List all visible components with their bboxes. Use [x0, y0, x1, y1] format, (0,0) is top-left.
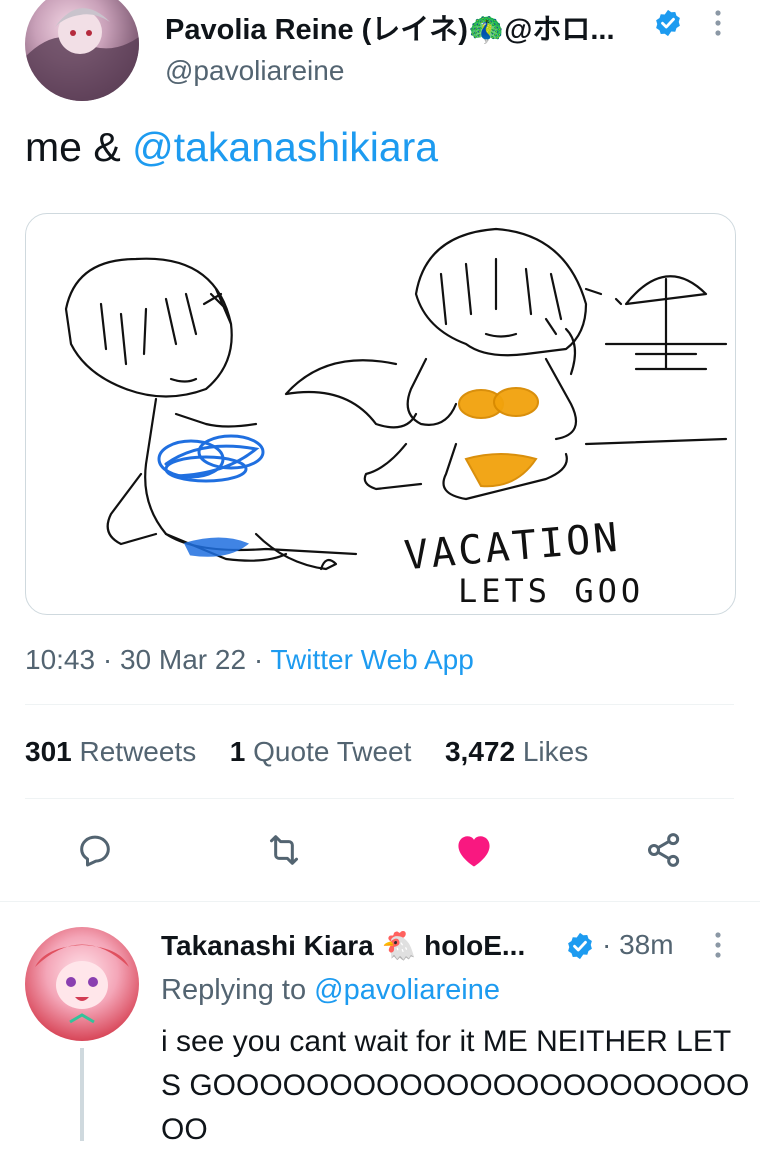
- tweet-source[interactable]: Twitter Web App: [270, 644, 473, 675]
- author-name[interactable]: Pavolia Reine (レイネ)🦚@ホロ...: [165, 14, 615, 46]
- author-avatar[interactable]: [25, 0, 139, 101]
- separator-dot: ·: [102, 644, 113, 675]
- divider: [25, 798, 734, 799]
- retweets-count: 301: [25, 736, 72, 767]
- tweet-image[interactable]: VACATION LETS GOO: [25, 213, 736, 615]
- like-icon: [458, 836, 490, 867]
- retweets-label: Retweets: [79, 736, 197, 767]
- more-icon[interactable]: [708, 8, 728, 43]
- reply-button[interactable]: [71, 826, 119, 874]
- author-handle[interactable]: @pavoliareine: [165, 55, 344, 87]
- reply-time-row: · 38m: [602, 929, 674, 961]
- quotes-count: 1: [229, 736, 246, 767]
- share-button[interactable]: [640, 826, 688, 874]
- quotes-label: Quote Tweet: [253, 736, 412, 767]
- separator-dot: ·: [602, 929, 612, 960]
- more-icon[interactable]: [708, 930, 728, 965]
- separator-dot: ·: [253, 644, 264, 675]
- timestamp-row: 10:43 · 30 Mar 22 · Twitter Web App: [25, 644, 474, 676]
- reply-author-avatar[interactable]: [25, 927, 139, 1041]
- reply-time[interactable]: 38m: [619, 929, 673, 960]
- thread-line: [80, 1048, 84, 1141]
- likes-stat[interactable]: 3,472 Likes: [445, 736, 588, 767]
- reply-text: i see you cant wait for it ME NEITHER LE…: [161, 1025, 750, 1146]
- reply-author-row: Takanashi Kiara 🐔 holoE...: [161, 929, 525, 962]
- stats-row: 301 Retweets 1 Quote Tweet 3,472 Likes: [25, 736, 588, 768]
- retweets-stat[interactable]: 301 Retweets: [25, 736, 196, 767]
- tweet-time[interactable]: 10:43: [25, 644, 95, 675]
- image-text-letsgo: LETS GOO: [458, 572, 645, 610]
- reply-author-name[interactable]: Takanashi Kiara 🐔 holoE...: [161, 930, 525, 961]
- reply-icon: [80, 835, 110, 867]
- divider: [0, 901, 760, 902]
- likes-count: 3,472: [444, 736, 516, 767]
- replying-to: Replying to @pavoliareine: [161, 974, 500, 1007]
- likes-label: Likes: [522, 736, 589, 767]
- replying-to-link[interactable]: @pavoliareine: [314, 974, 500, 1006]
- verified-badge-icon: [653, 8, 683, 43]
- like-button[interactable]: [450, 826, 498, 874]
- tweet-date[interactable]: 30 Mar 22: [120, 644, 246, 675]
- reply-avatar-illustration: [35, 944, 129, 1024]
- tweet-text: me & @takanashikiara: [25, 124, 438, 171]
- share-icon: [647, 833, 680, 867]
- mention-link[interactable]: @takanashikiara: [132, 124, 438, 170]
- replying-prefix: Replying to: [161, 974, 315, 1006]
- divider: [25, 704, 734, 705]
- tweet-text-prefix: me &: [25, 124, 133, 170]
- author-name-row: Pavolia Reine (レイネ)🦚@ホロ...: [165, 6, 615, 48]
- quotes-stat[interactable]: 1 Quote Tweet: [230, 736, 412, 767]
- retweet-button[interactable]: [260, 826, 308, 874]
- sketch-drawing: [64, 227, 728, 571]
- retweet-icon: [270, 835, 298, 865]
- verified-badge-icon: [565, 931, 595, 966]
- avatar-illustration: [25, 8, 139, 101]
